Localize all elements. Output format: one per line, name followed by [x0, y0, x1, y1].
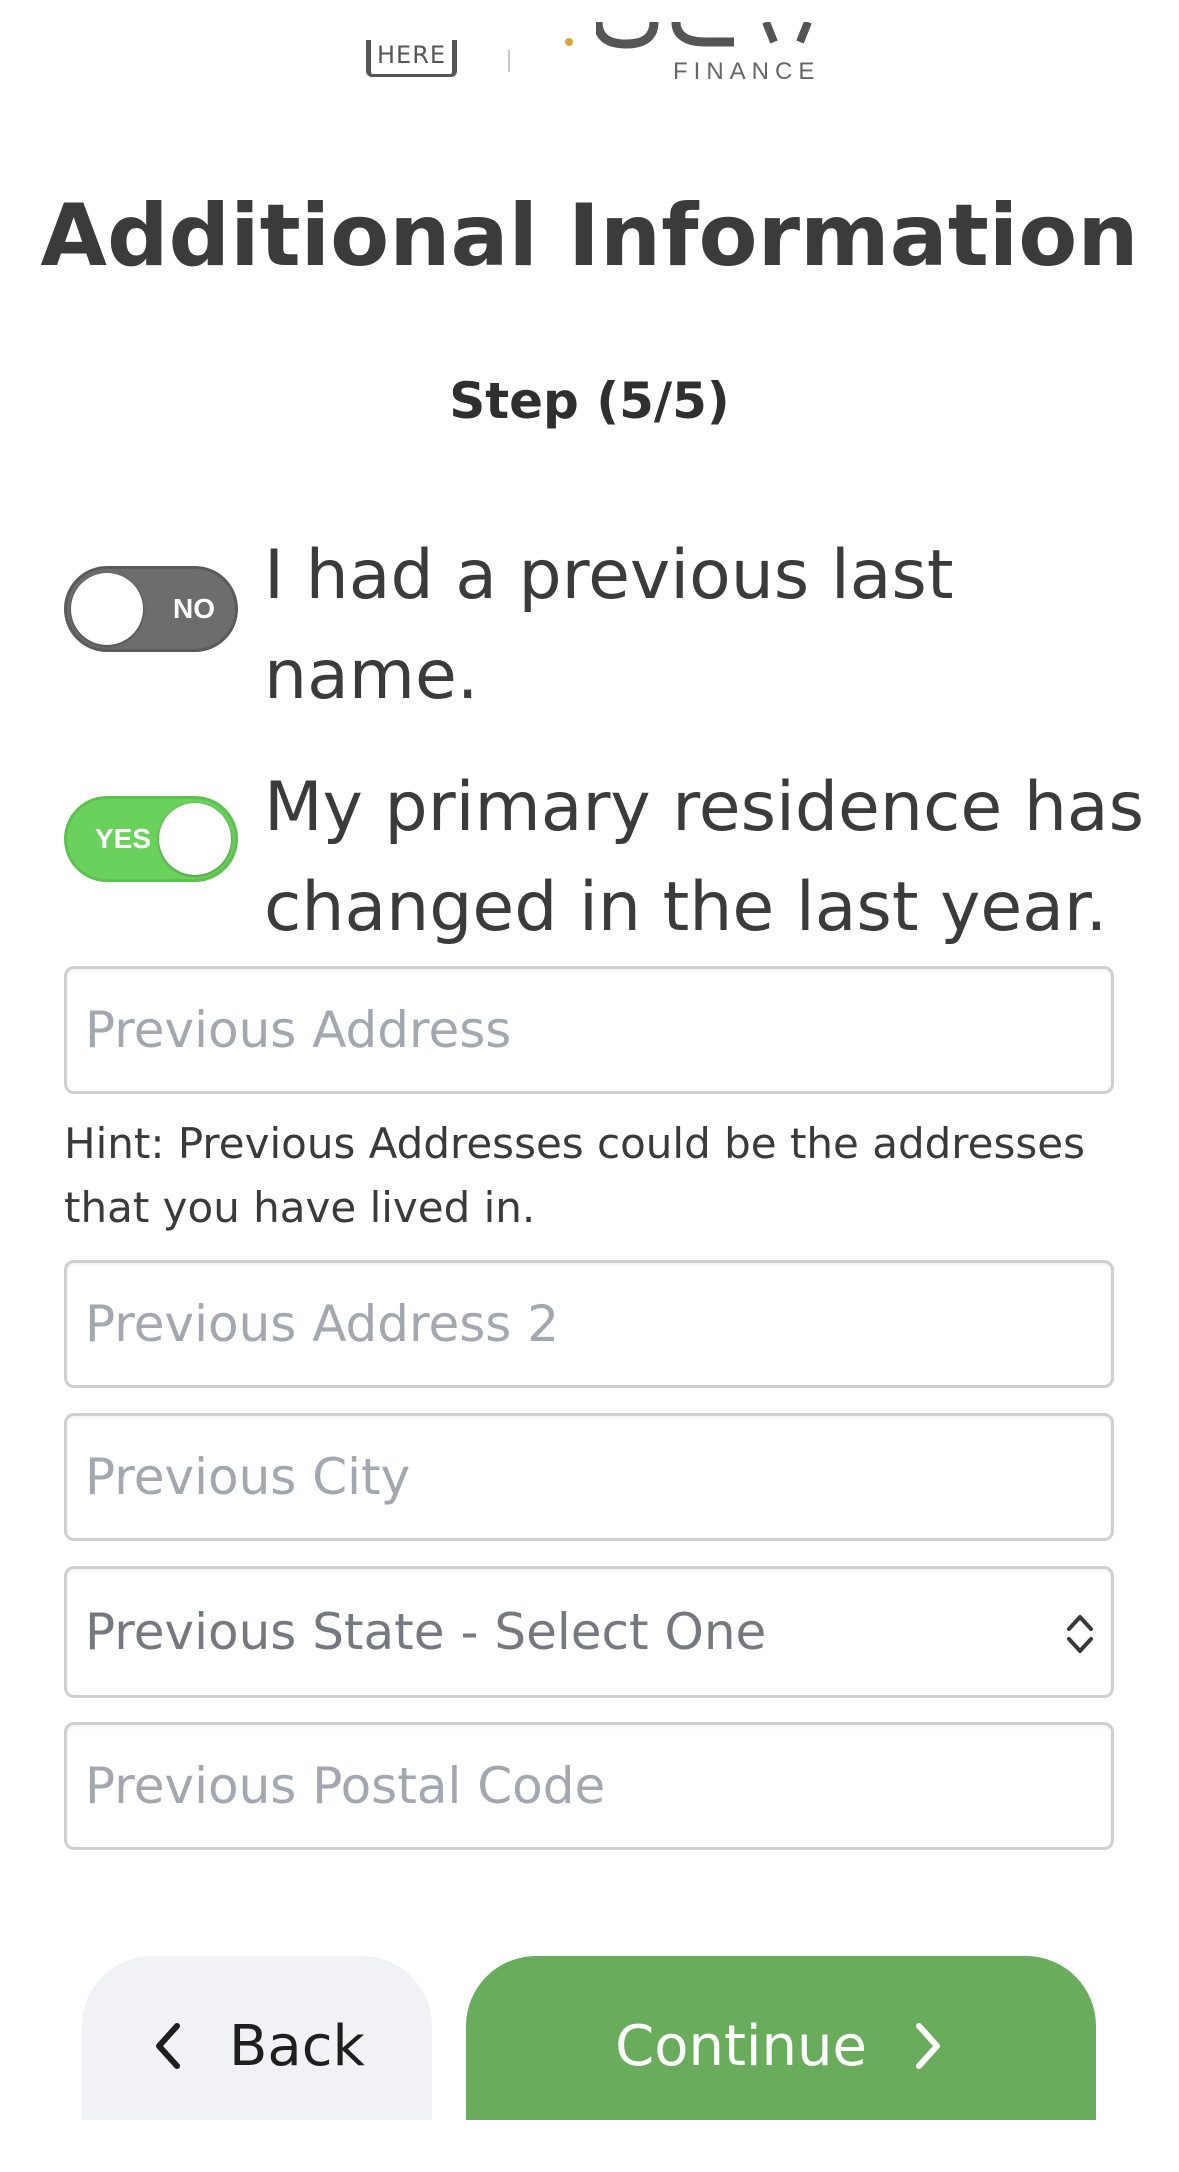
toggle-knob — [159, 803, 231, 875]
brand-logo: HERE FINANCE — [0, 0, 1179, 90]
previous-city-input[interactable] — [64, 1413, 1114, 1541]
chevron-right-icon — [915, 2023, 940, 2069]
previous-last-name-toggle[interactable]: NO — [64, 566, 238, 652]
step-indicator: Step (5/5) — [449, 372, 730, 430]
residence-changed-label: My primary residence has changed in the … — [264, 768, 1145, 947]
toggle-knob — [71, 573, 143, 645]
select-caret-icon — [1067, 1615, 1093, 1653]
chevron-left-icon — [156, 2023, 181, 2069]
bottom-edge — [0, 2120, 1179, 2172]
logo-wordmark-graphic — [596, 22, 812, 49]
logo-finance-text: FINANCE — [673, 58, 821, 85]
logo-divider — [508, 50, 510, 72]
logo-accent-dot — [565, 38, 573, 46]
residence-changed-toggle[interactable]: YES — [64, 796, 238, 882]
previous-address-input[interactable] — [64, 966, 1114, 1094]
toggle-state-text: NO — [173, 593, 215, 624]
page-title: Additional Information — [40, 186, 1139, 286]
previous-last-name-label: I had a previous last name. — [264, 536, 954, 715]
previous-postal-code-input[interactable] — [64, 1722, 1114, 1850]
toggle-state-text: YES — [95, 823, 152, 854]
previous-state-select[interactable]: Previous State - Select One — [64, 1566, 1114, 1698]
partner-logo: HERE — [366, 40, 458, 77]
previous-address-2-input[interactable] — [64, 1260, 1114, 1388]
previous-address-hint: Hint: Previous Addresses could be the ad… — [64, 1119, 1085, 1232]
back-button-label: Back — [229, 2013, 365, 2079]
continue-button-label: Continue — [615, 2013, 867, 2079]
previous-state-selected: Previous State - Select One — [85, 1603, 767, 1661]
